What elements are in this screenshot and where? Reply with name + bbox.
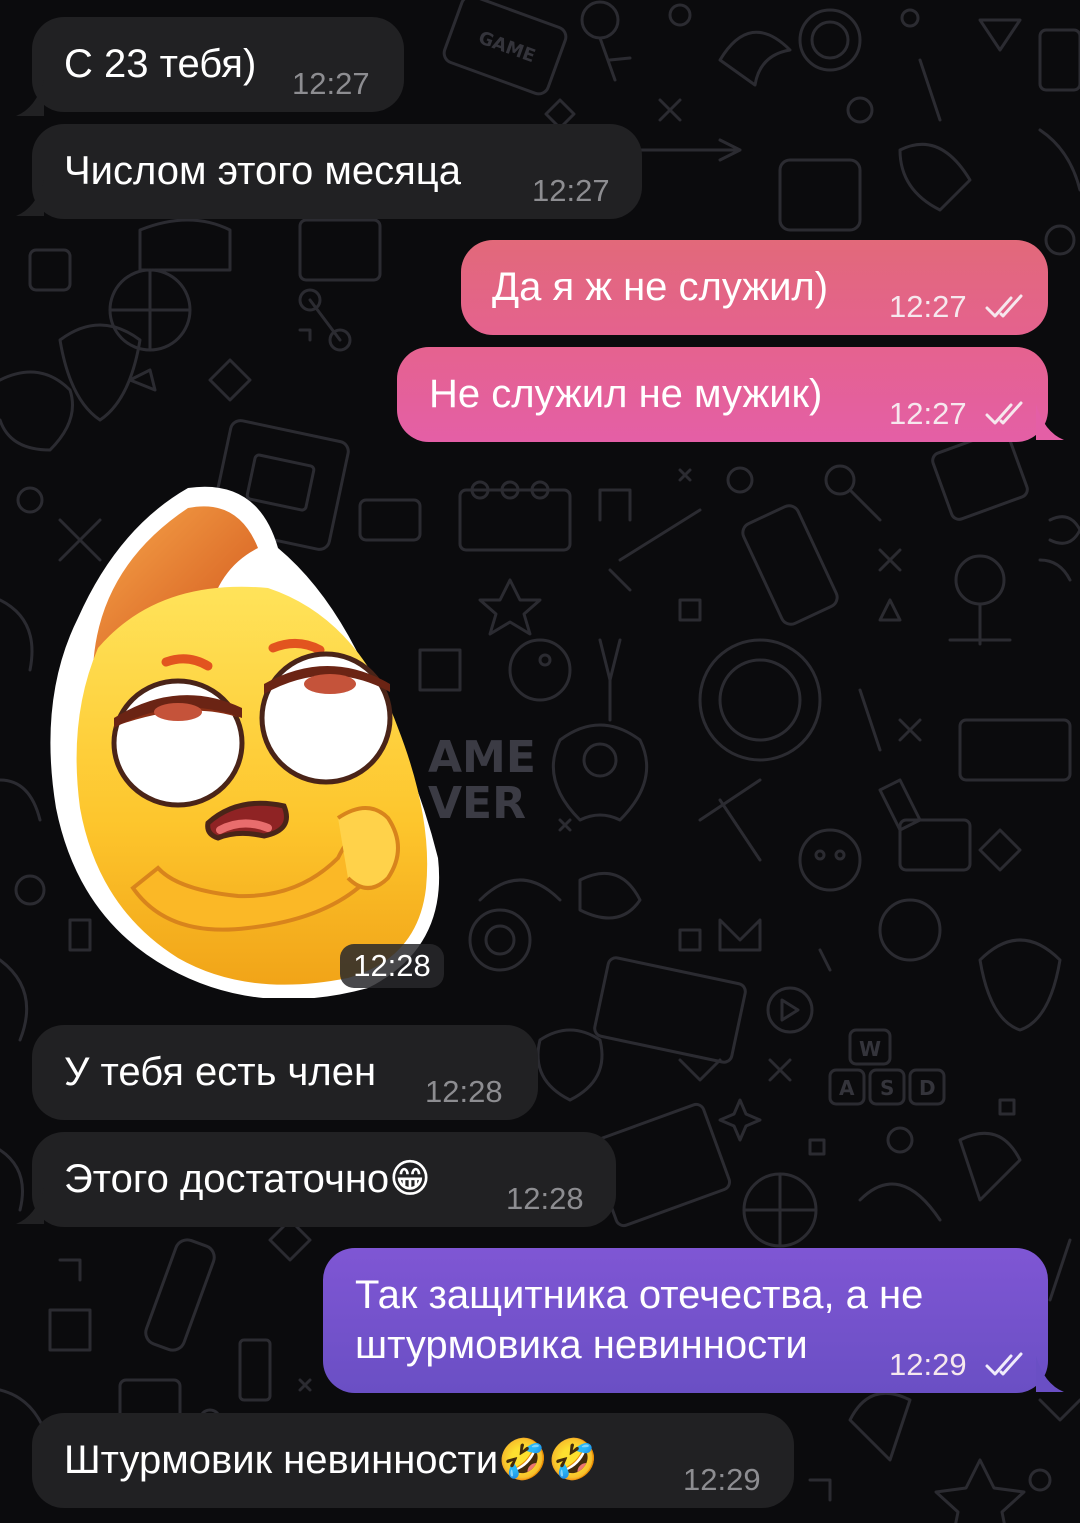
- message-text: Штурмовик невинности🤣🤣: [64, 1438, 598, 1482]
- message-text-line2: штурмовика невинности: [355, 1323, 808, 1367]
- message-time: 12:28: [506, 1181, 584, 1216]
- bubble-tail: [16, 80, 44, 116]
- message-text: С 23 тебя): [64, 42, 257, 86]
- sticker-skeptical-blob[interactable]: [38, 478, 448, 998]
- message-incoming[interactable]: Числом этого месяца 12:27: [32, 124, 642, 219]
- message-time: 12:29: [683, 1462, 761, 1497]
- message-time: 12:27: [889, 289, 967, 324]
- message-text-line1: Так защитника отечества, а не: [355, 1273, 924, 1317]
- bubble-tail: [1036, 404, 1064, 440]
- wallpaper-key-s: S: [880, 1076, 894, 1100]
- wallpaper-key-a: A: [839, 1076, 855, 1100]
- message-outgoing[interactable]: Так защитника отечества, а не штурмовика…: [323, 1248, 1048, 1393]
- message-incoming[interactable]: Этого достаточно😁 12:28: [32, 1132, 616, 1227]
- wallpaper-key-w: W: [859, 1037, 881, 1061]
- message-incoming[interactable]: У тебя есть член 12:28: [32, 1025, 538, 1120]
- message-time: 12:27: [292, 66, 370, 101]
- message-text: Этого достаточно😁: [64, 1157, 431, 1201]
- read-checkmarks-icon: [985, 1352, 1023, 1376]
- wallpaper-game-label: GAME: [476, 27, 539, 67]
- message-time: 12:27: [532, 173, 610, 208]
- sticker-time: 12:28: [340, 944, 444, 988]
- message-incoming[interactable]: Штурмовик невинности🤣🤣 12:29: [32, 1413, 794, 1508]
- wallpaper-key-d: D: [919, 1076, 936, 1100]
- bubble-tail: [16, 1188, 44, 1224]
- message-time: 12:27: [889, 396, 967, 431]
- message-outgoing[interactable]: Да я ж не служил) 12:27: [461, 240, 1048, 335]
- bubble-tail: [1036, 1356, 1064, 1392]
- message-text: У тебя есть член: [64, 1050, 377, 1094]
- message-text: Не служил не мужик): [429, 372, 823, 416]
- message-outgoing[interactable]: Не служил не мужик) 12:27: [397, 347, 1048, 442]
- message-time: 12:28: [425, 1074, 503, 1109]
- read-checkmarks-icon: [985, 401, 1023, 425]
- message-incoming[interactable]: С 23 тебя) 12:27: [32, 17, 404, 112]
- message-text: Да я ж не служил): [492, 265, 829, 309]
- read-checkmarks-icon: [985, 294, 1023, 318]
- message-time: 12:29: [889, 1347, 967, 1382]
- bubble-tail: [16, 180, 44, 216]
- message-text: Числом этого месяца: [64, 149, 461, 193]
